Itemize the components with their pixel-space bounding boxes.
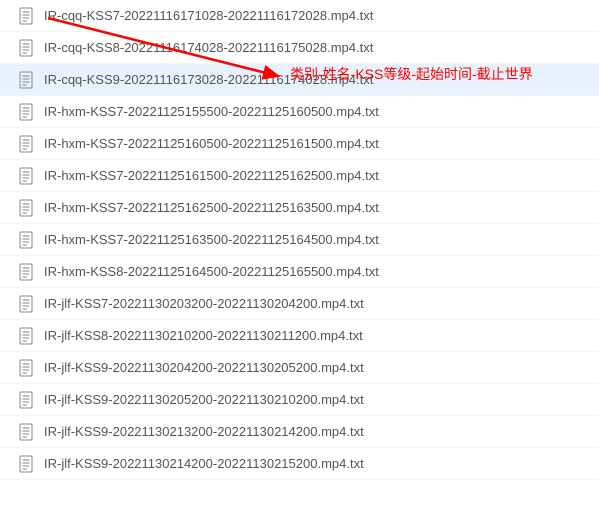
text-file-icon <box>18 359 34 377</box>
file-row[interactable]: IR-jlf-KSS8-20221130210200-2022113021120… <box>0 320 599 352</box>
file-row[interactable]: IR-jlf-KSS9-20221130205200-2022113021020… <box>0 384 599 416</box>
file-name-label: IR-hxm-KSS7-20221125163500-2022112516450… <box>44 232 379 247</box>
file-row[interactable]: IR-hxm-KSS7-20221125162500-2022112516350… <box>0 192 599 224</box>
text-file-icon <box>18 199 34 217</box>
file-name-label: IR-jlf-KSS8-20221130210200-2022113021120… <box>44 328 363 343</box>
text-file-icon <box>18 391 34 409</box>
file-name-label: IR-hxm-KSS7-20221125162500-2022112516350… <box>44 200 379 215</box>
file-name-label: IR-cqq-KSS8-20221116174028-2022111617502… <box>44 40 373 55</box>
text-file-icon <box>18 423 34 441</box>
annotation-label: 类别-姓名-KSS等级-起始时间-截止世界 <box>290 64 533 84</box>
text-file-icon <box>18 103 34 121</box>
file-row[interactable]: IR-cqq-KSS8-20221116174028-2022111617502… <box>0 32 599 64</box>
text-file-icon <box>18 7 34 25</box>
file-row[interactable]: IR-jlf-KSS9-20221130204200-2022113020520… <box>0 352 599 384</box>
file-row[interactable]: IR-hxm-KSS8-20221125164500-2022112516550… <box>0 256 599 288</box>
file-row[interactable]: IR-hxm-KSS7-20221125161500-2022112516250… <box>0 160 599 192</box>
file-name-label: IR-jlf-KSS9-20221130205200-2022113021020… <box>44 392 364 407</box>
file-name-label: IR-jlf-KSS7-20221130203200-2022113020420… <box>44 296 364 311</box>
text-file-icon <box>18 231 34 249</box>
text-file-icon <box>18 167 34 185</box>
file-name-label: IR-hxm-KSS7-20221125155500-2022112516050… <box>44 104 379 119</box>
file-name-label: IR-jlf-KSS9-20221130204200-2022113020520… <box>44 360 364 375</box>
file-row[interactable]: IR-jlf-KSS7-20221130203200-2022113020420… <box>0 288 599 320</box>
file-row[interactable]: IR-hxm-KSS7-20221125163500-2022112516450… <box>0 224 599 256</box>
file-name-label: IR-hxm-KSS7-20221125160500-2022112516150… <box>44 136 379 151</box>
file-row[interactable]: IR-jlf-KSS9-20221130213200-2022113021420… <box>0 416 599 448</box>
text-file-icon <box>18 135 34 153</box>
text-file-icon <box>18 263 34 281</box>
file-name-label: IR-jlf-KSS9-20221130214200-2022113021520… <box>44 456 364 471</box>
text-file-icon <box>18 327 34 345</box>
file-name-label: IR-cqq-KSS7-20221116171028-2022111617202… <box>44 8 373 23</box>
text-file-icon <box>18 455 34 473</box>
file-name-label: IR-jlf-KSS9-20221130213200-2022113021420… <box>44 424 364 439</box>
file-row[interactable]: IR-cqq-KSS7-20221116171028-2022111617202… <box>0 0 599 32</box>
file-name-label: IR-hxm-KSS7-20221125161500-2022112516250… <box>44 168 379 183</box>
text-file-icon <box>18 39 34 57</box>
file-row[interactable]: IR-hxm-KSS7-20221125155500-2022112516050… <box>0 96 599 128</box>
text-file-icon <box>18 71 34 89</box>
file-name-label: IR-hxm-KSS8-20221125164500-2022112516550… <box>44 264 379 279</box>
file-row[interactable]: IR-hxm-KSS7-20221125160500-2022112516150… <box>0 128 599 160</box>
file-row[interactable]: IR-jlf-KSS9-20221130214200-2022113021520… <box>0 448 599 480</box>
text-file-icon <box>18 295 34 313</box>
